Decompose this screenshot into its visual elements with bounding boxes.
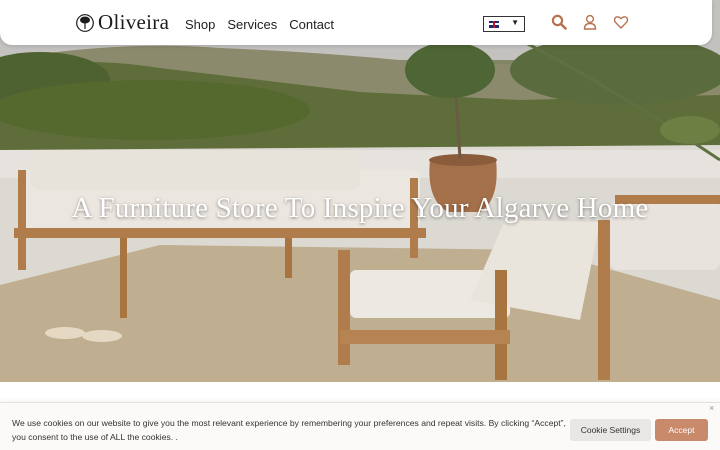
search-icon[interactable] (551, 14, 567, 30)
main-nav: Shop Services Contact (185, 17, 334, 32)
close-icon[interactable]: × (709, 403, 714, 413)
uk-flag-icon (489, 20, 499, 28)
accept-cookies-button[interactable]: Accept (655, 419, 708, 441)
cookie-settings-button[interactable]: Cookie Settings (570, 419, 651, 441)
nav-shop[interactable]: Shop (185, 17, 215, 32)
olive-tree-logo-icon (76, 13, 94, 32)
cookie-message: We use cookies on our website to give yo… (12, 418, 566, 442)
hero-title: A Furniture Store To Inspire Your Algarv… (71, 192, 649, 224)
nav-services[interactable]: Services (227, 17, 277, 32)
logo-text: Oliveira (98, 10, 170, 34)
language-select[interactable]: ▼ (483, 16, 525, 32)
site-header: Oliveira Shop Services Contact ▼ (0, 0, 712, 45)
hero-image (0, 0, 720, 382)
user-icon[interactable] (582, 14, 598, 30)
logo[interactable]: Oliveira (76, 10, 169, 35)
hero-banner: A Furniture Store To Inspire Your Algarv… (0, 0, 720, 382)
chevron-down-icon: ▼ (511, 18, 519, 27)
nav-contact[interactable]: Contact (289, 17, 334, 32)
heart-icon[interactable] (613, 14, 629, 30)
